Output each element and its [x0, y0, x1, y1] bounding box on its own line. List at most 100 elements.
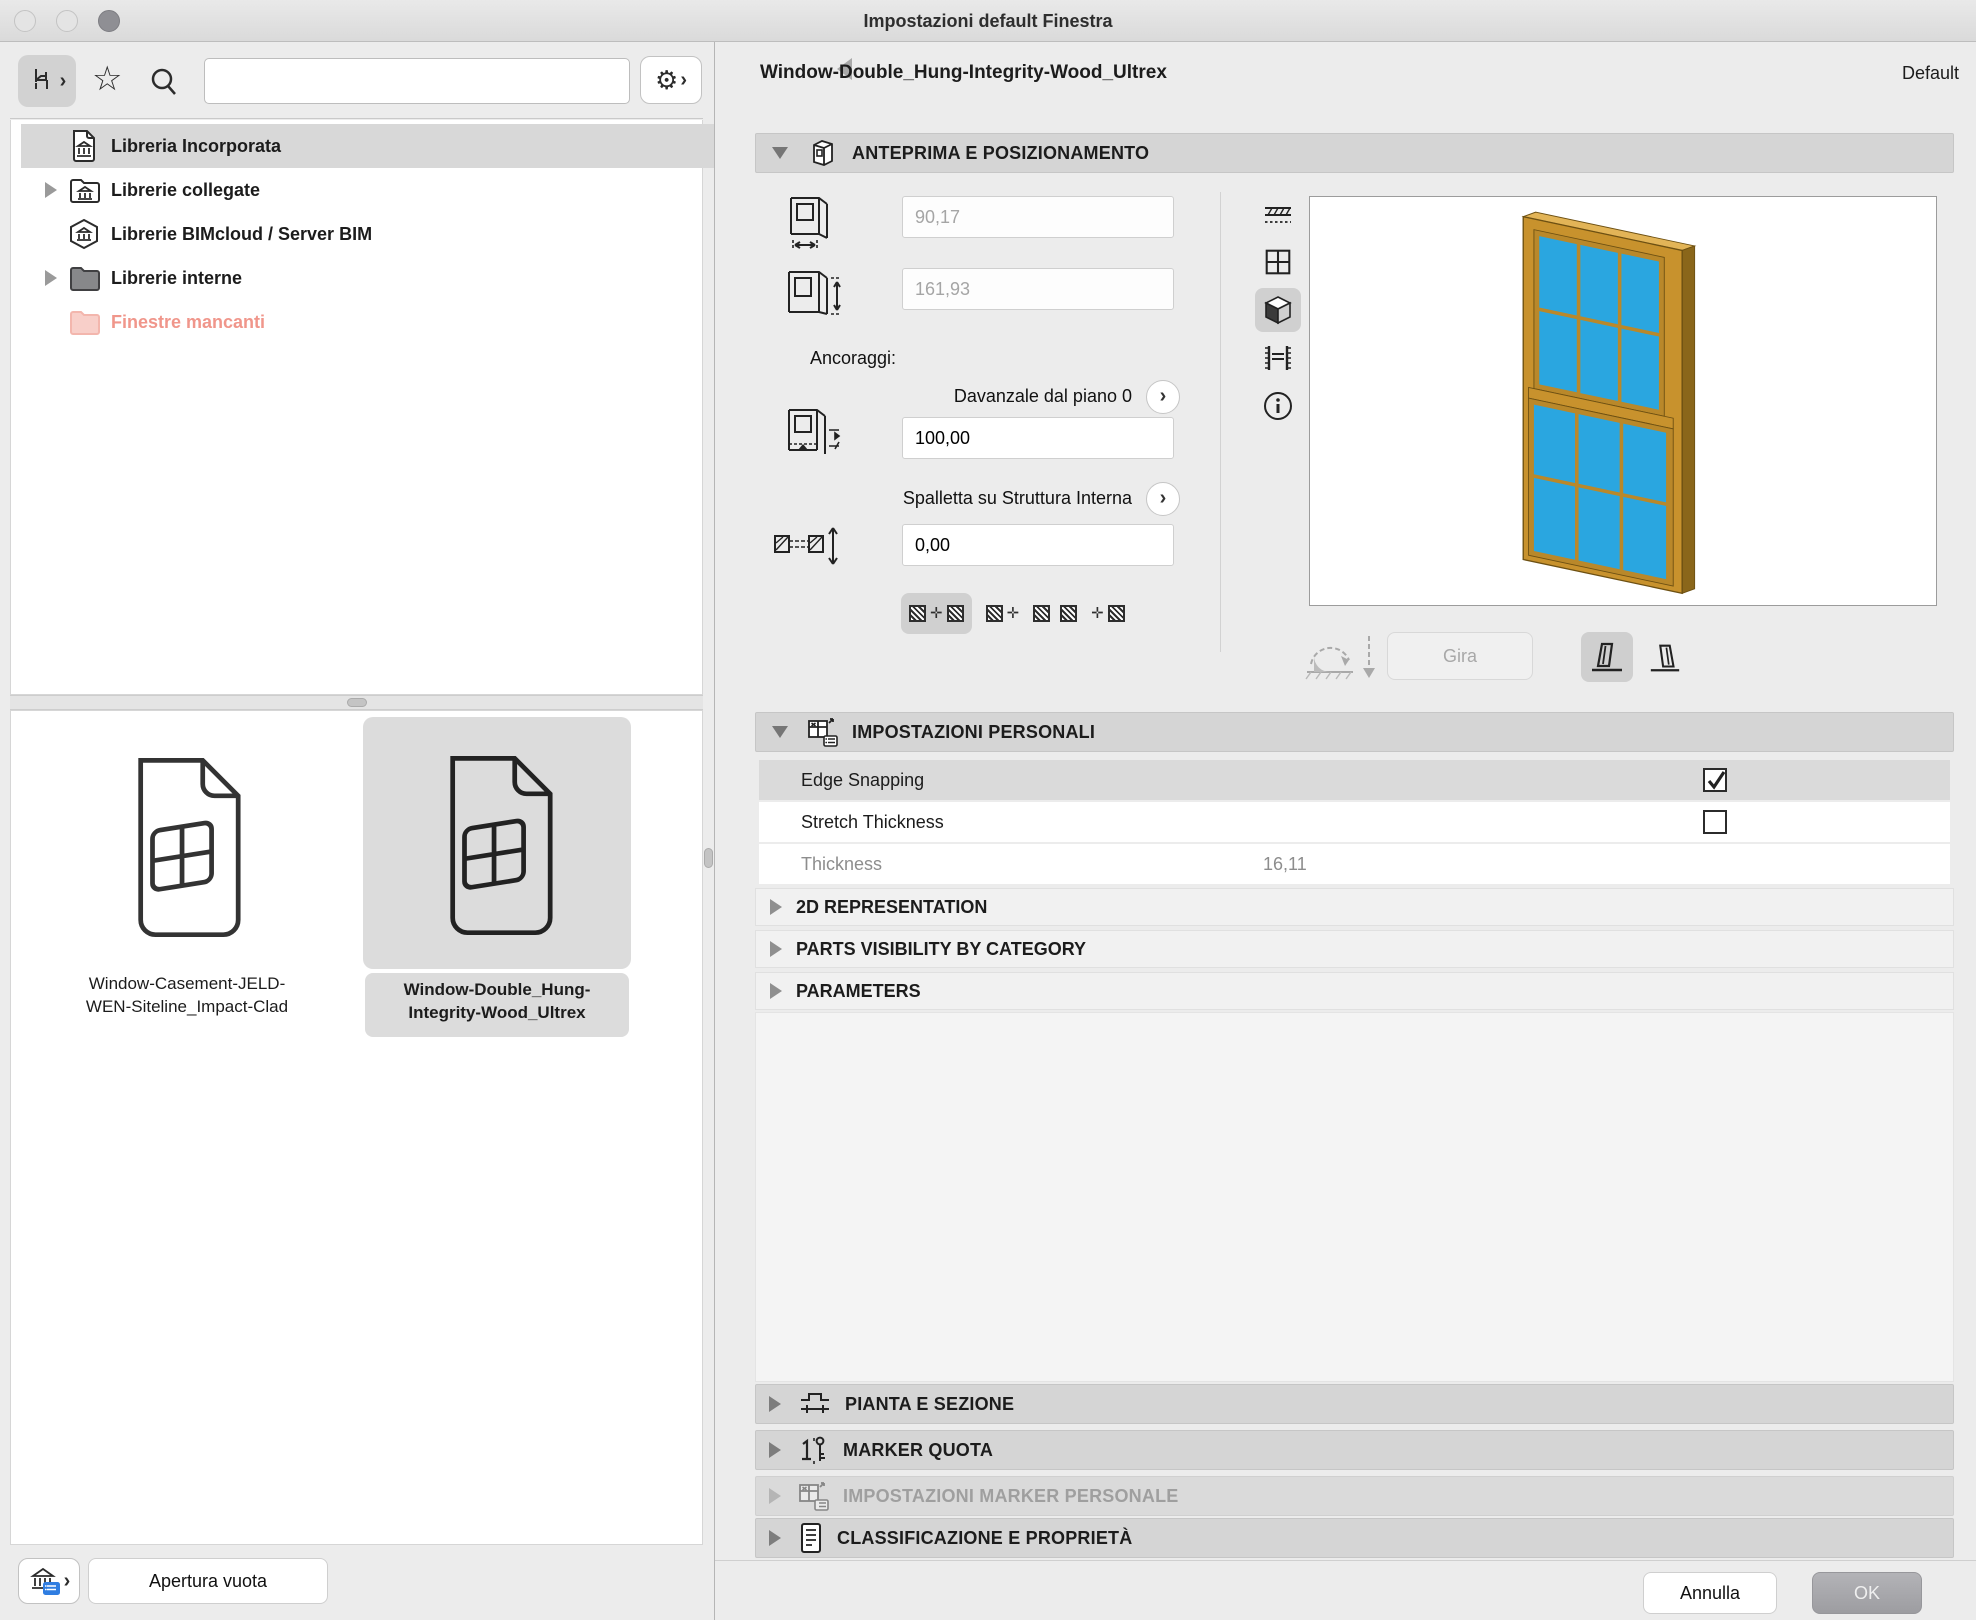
wall-face-icon	[947, 605, 964, 622]
library-part-file-icon	[120, 753, 250, 945]
sill-anchor-menu-button[interactable]: ›	[1146, 380, 1180, 414]
object-name: Window-Double_Hung-Integrity-Wood_Ultrex	[760, 62, 1167, 84]
collapse-triangle-icon	[772, 147, 788, 159]
minimize-button[interactable]	[56, 10, 78, 32]
search-icon[interactable]	[148, 66, 180, 98]
orientation-inside-button[interactable]	[1581, 632, 1633, 682]
check-icon	[1705, 770, 1727, 792]
setting-row-thickness: Thickness 16,11	[759, 844, 1950, 884]
custom-settings-icon	[806, 716, 840, 748]
file-item-selected[interactable]: Window-Double_Hung- Integrity-Wood_Ultre…	[363, 717, 631, 1047]
anchor-mode-button[interactable]: ✛	[1091, 605, 1125, 622]
tree-item-missing-windows[interactable]: Finestre mancanti	[21, 300, 714, 344]
preview-canvas[interactable]	[1309, 196, 1937, 606]
disclosure-triangle-icon	[769, 1396, 781, 1412]
search-input[interactable]	[204, 58, 630, 104]
wall-face-icon	[1108, 605, 1125, 622]
wall-face-icon	[909, 605, 926, 622]
default-state-label: Default	[1759, 63, 1959, 84]
tree-item-linked-libraries[interactable]: Librerie collegate	[21, 168, 714, 212]
section-title: CLASSIFICAZIONE E PROPRIETÀ	[837, 1528, 1132, 1549]
view-mode-section-button[interactable]	[1255, 336, 1301, 380]
setting-row-edge-snapping: Edge Snapping	[759, 760, 1950, 800]
reveal-anchor-menu-button[interactable]: ›	[1146, 482, 1180, 516]
edge-snapping-checkbox[interactable]	[1703, 768, 1727, 792]
ok-button[interactable]: OK	[1812, 1572, 1922, 1614]
sill-height-field[interactable]	[902, 417, 1174, 459]
tree-item-bimcloud-libraries[interactable]: Librerie BIMcloud / Server BIM	[21, 212, 714, 256]
group-2d-representation[interactable]: 2D REPRESENTATION	[755, 888, 1954, 926]
gear-icon: ⚙	[655, 67, 678, 93]
tree-item-label: Libreria Incorporata	[111, 136, 281, 157]
tree-item-label: Finestre mancanti	[111, 312, 265, 333]
reveal-depth-field[interactable]	[902, 524, 1174, 566]
file-item[interactable]: Window-Casement-JELD- WEN-Siteline_Impac…	[27, 721, 347, 1051]
preview-divider	[1220, 192, 1221, 652]
close-button[interactable]	[14, 10, 36, 32]
group-title: PARTS VISIBILITY BY CATEGORY	[796, 939, 1086, 960]
width-field	[902, 196, 1174, 238]
view-mode-plan-button[interactable]	[1255, 194, 1301, 238]
library-manager-button[interactable]: ›	[18, 1558, 80, 1604]
section-title: ANTEPRIMA E POSIZIONAMENTO	[852, 143, 1149, 164]
anchor-mode-button[interactable]	[1033, 605, 1077, 622]
panel-splitter-handle[interactable]	[704, 848, 713, 868]
cancel-button[interactable]: Annulla	[1643, 1572, 1777, 1614]
chevron-right-icon: ›	[60, 71, 67, 91]
group-parameters[interactable]: PARAMETERS	[755, 972, 1954, 1010]
zoom-button[interactable]	[98, 10, 120, 32]
group-parts-visibility[interactable]: PARTS VISIBILITY BY CATEGORY	[755, 930, 1954, 968]
settings-menu-button[interactable]: ⚙ ›	[640, 56, 702, 104]
section-header-custom-settings[interactable]: IMPOSTAZIONI PERSONALI	[755, 712, 1954, 752]
setting-value: 16,11	[1263, 854, 1307, 875]
disclosure-triangle-icon	[770, 983, 782, 999]
disclosure-triangle-icon	[770, 899, 782, 915]
window-orientation-icon	[1588, 639, 1626, 675]
section-title: IMPOSTAZIONI MARKER PERSONALE	[843, 1486, 1178, 1507]
setting-label: Edge Snapping	[801, 770, 924, 791]
settings-panel: Window-Double_Hung-Integrity-Wood_Ultrex…	[714, 42, 1976, 1620]
disclosure-triangle-icon[interactable]	[45, 270, 57, 286]
chevron-right-icon: ›	[64, 1571, 71, 1591]
stretch-thickness-checkbox[interactable]	[1703, 810, 1727, 834]
object-type-button[interactable]: ›	[18, 55, 76, 107]
orientation-outside-button[interactable]	[1641, 636, 1689, 680]
section-title: PIANTA E SEZIONE	[845, 1394, 1014, 1415]
section-header-preview-positioning[interactable]: ANTEPRIMA E POSIZIONAMENTO	[755, 133, 1954, 173]
anchor-mode-button-selected[interactable]: ✛	[901, 593, 972, 634]
section-title: MARKER QUOTA	[843, 1440, 993, 1461]
dimension-marker-icon	[797, 1434, 831, 1466]
horizontal-splitter[interactable]	[10, 695, 703, 710]
missing-folder-icon	[69, 308, 101, 336]
file-item-label: Window-Double_Hung- Integrity-Wood_Ultre…	[365, 979, 629, 1025]
window-titlebar: Impostazioni default Finestra	[0, 0, 1976, 42]
wall-face-icon	[1060, 605, 1077, 622]
tree-item-label: Librerie collegate	[111, 180, 260, 201]
section-header-marker-quota[interactable]: MARKER QUOTA	[755, 1430, 1954, 1470]
open-empty-button[interactable]: Apertura vuota	[88, 1558, 328, 1604]
height-field	[902, 268, 1174, 310]
preview-positioning-icon	[806, 136, 840, 170]
section-header-classification[interactable]: CLASSIFICAZIONE E PROPRIETÀ	[755, 1518, 1954, 1558]
setting-label: Thickness	[801, 854, 882, 875]
tree-item-label: Librerie interne	[111, 268, 242, 289]
window-width-icon	[781, 194, 847, 254]
setting-row-stretch-thickness: Stretch Thickness	[759, 802, 1950, 842]
embedded-library-icon	[69, 129, 99, 163]
favorites-star-icon[interactable]: ☆	[92, 62, 122, 96]
window-3d-preview	[1510, 203, 1715, 603]
disclosure-triangle-icon[interactable]	[45, 182, 57, 198]
settings-empty-area	[755, 1012, 1954, 1382]
splitter-handle[interactable]	[347, 698, 367, 707]
plus-icon: ✛	[1091, 606, 1104, 621]
tree-item-embedded-library[interactable]: Libreria Incorporata	[21, 124, 714, 168]
plus-icon: ✛	[1007, 606, 1020, 621]
plan-view-icon	[1261, 199, 1295, 233]
info-button[interactable]	[1255, 384, 1301, 428]
view-mode-elevation-button[interactable]	[1255, 240, 1301, 284]
view-mode-3d-button[interactable]	[1255, 288, 1301, 332]
section-header-plan-section[interactable]: PIANTA E SEZIONE	[755, 1384, 1954, 1424]
tree-item-internal-libraries[interactable]: Librerie interne	[21, 256, 714, 300]
anchor-mode-button[interactable]: ✛	[986, 605, 1020, 622]
file-browser: Window-Casement-JELD- WEN-Siteline_Impac…	[10, 710, 703, 1545]
